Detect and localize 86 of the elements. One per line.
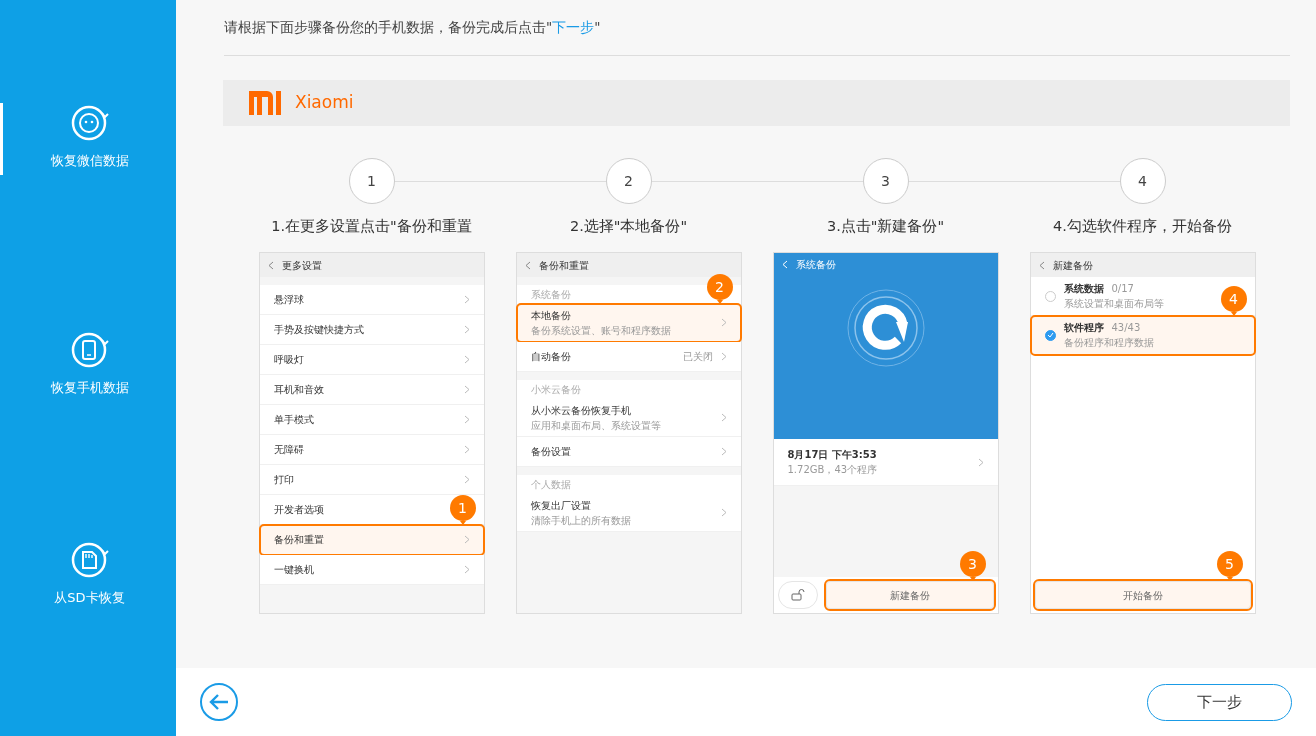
row-label: 一键换机	[273, 563, 314, 577]
step-title: 3.点击"新建备份"	[826, 217, 945, 236]
row-label: 备份和重置	[273, 533, 324, 547]
step-callout: 5	[1216, 551, 1243, 577]
next-button[interactable]: 下一步	[1147, 683, 1292, 721]
step-title: 1.在更多设置点击"备份和重置	[271, 217, 472, 236]
lock-icon	[790, 589, 805, 601]
step-title: 2.选择"本地备份"	[569, 217, 688, 236]
row-label: 恢复出厂设置	[530, 498, 591, 513]
screen-title: 备份和重置	[538, 258, 589, 273]
row-label: 开发者选项	[273, 503, 324, 517]
chevron-icon	[720, 508, 727, 517]
option-description: 备份程序和程序数据	[1063, 336, 1154, 350]
settings-row[interactable]: 耳机和音效	[259, 375, 484, 405]
back-arrow-icon	[208, 693, 230, 711]
option-description: 系统设置和桌面布局等	[1063, 297, 1164, 311]
checked-radio[interactable]	[1044, 329, 1056, 341]
row-label: 无障碍	[273, 443, 304, 457]
chevron-icon	[463, 325, 470, 334]
row-label: 悬浮球	[273, 293, 304, 307]
chevron-icon	[463, 535, 470, 544]
row-label: 自动备份	[530, 350, 571, 364]
settings-row[interactable]: 本地备份 备份系统设置、账号和程序数据	[516, 304, 741, 342]
chevron-icon	[720, 318, 727, 327]
row-label: 备份设置	[530, 445, 571, 459]
chevron-icon	[720, 447, 727, 456]
row-label: 手势及按键快捷方式	[273, 323, 364, 337]
settings-row[interactable]: 呼吸灯	[259, 345, 484, 375]
back-button[interactable]	[200, 683, 238, 721]
row-label: 耳机和音效	[273, 383, 324, 397]
settings-row[interactable]: 备份和重置	[259, 525, 484, 555]
row-label: 打印	[273, 473, 294, 487]
section-header: 个人数据	[516, 475, 741, 494]
row-label: 本地备份	[530, 308, 571, 323]
chevron-icon	[463, 565, 470, 574]
chevron-icon	[463, 475, 470, 484]
settings-row[interactable]: 自动备份 已关闭	[516, 342, 741, 372]
section-header: 小米云备份	[516, 380, 741, 399]
option-row[interactable]: 软件程序 43/43 备份程序和程序数据	[1030, 316, 1255, 355]
step-number: 4	[1119, 158, 1166, 204]
settings-row[interactable]: 单手模式	[259, 405, 484, 435]
step-number: 3	[862, 158, 909, 204]
settings-row[interactable]: 恢复出厂设置 清除手机上的所有数据	[516, 494, 741, 532]
check-icon	[1046, 332, 1054, 338]
chevron-icon	[463, 295, 470, 304]
phone-button[interactable]: 新建备份	[825, 581, 994, 609]
row-label: 单手模式	[273, 413, 314, 427]
row-value: 已关闭	[682, 350, 713, 364]
lock-button[interactable]	[777, 581, 818, 609]
refresh-icon	[845, 288, 926, 368]
screen-title: 新建备份	[1052, 258, 1093, 273]
entry-label: 8月17日 下午3:53	[787, 448, 878, 462]
settings-row[interactable]: 从小米云备份恢复手机 应用和桌面布局、系统设置等	[516, 399, 741, 437]
chevron-icon	[720, 352, 727, 361]
settings-row[interactable]: 一键换机	[259, 555, 484, 585]
backup-entry[interactable]: 8月17日 下午3:53 1.72GB，43个程序	[773, 439, 998, 486]
row-description: 清除手机上的所有数据	[530, 513, 631, 528]
chevron-icon	[977, 457, 984, 467]
chevron-icon	[463, 385, 470, 394]
settings-row[interactable]: 悬浮球	[259, 285, 484, 315]
row-label: 从小米云备份恢复手机	[530, 403, 631, 418]
settings-row[interactable]: 打印	[259, 465, 484, 495]
option-count: 0/17	[1111, 282, 1134, 296]
instruction-text: 请根据下面步骤备份您的手机数据，备份完成后点击"下一步"	[224, 19, 601, 35]
chevron-icon	[463, 415, 470, 424]
option-count: 43/43	[1111, 321, 1141, 335]
row-label: 呼吸灯	[273, 353, 304, 367]
step-number: 1	[348, 158, 395, 204]
settings-row[interactable]: 手势及按键快捷方式	[259, 315, 484, 345]
entry-detail: 1.72GB，43个程序	[787, 463, 879, 477]
settings-row[interactable]: 无障碍	[259, 435, 484, 465]
step-callout: 3	[959, 551, 986, 577]
settings-row[interactable]: 备份设置	[516, 437, 741, 467]
chevron-icon	[463, 445, 470, 454]
chevron-icon	[463, 355, 470, 364]
option-label: 系统数据	[1063, 282, 1104, 296]
brand-name: Xiaomi	[295, 91, 354, 115]
step-title: 4.勾选软件程序，开始备份	[1053, 217, 1232, 236]
chevron-icon	[720, 413, 727, 422]
option-label: 软件程序	[1063, 321, 1104, 335]
row-description: 应用和桌面布局、系统设置等	[530, 418, 661, 433]
step-number: 2	[605, 158, 652, 204]
screen-title: 更多设置	[281, 258, 322, 273]
row-description: 备份系统设置、账号和程序数据	[530, 323, 671, 338]
screen-title: 系统备份	[795, 258, 836, 272]
phone-button[interactable]: 开始备份	[1034, 581, 1251, 609]
